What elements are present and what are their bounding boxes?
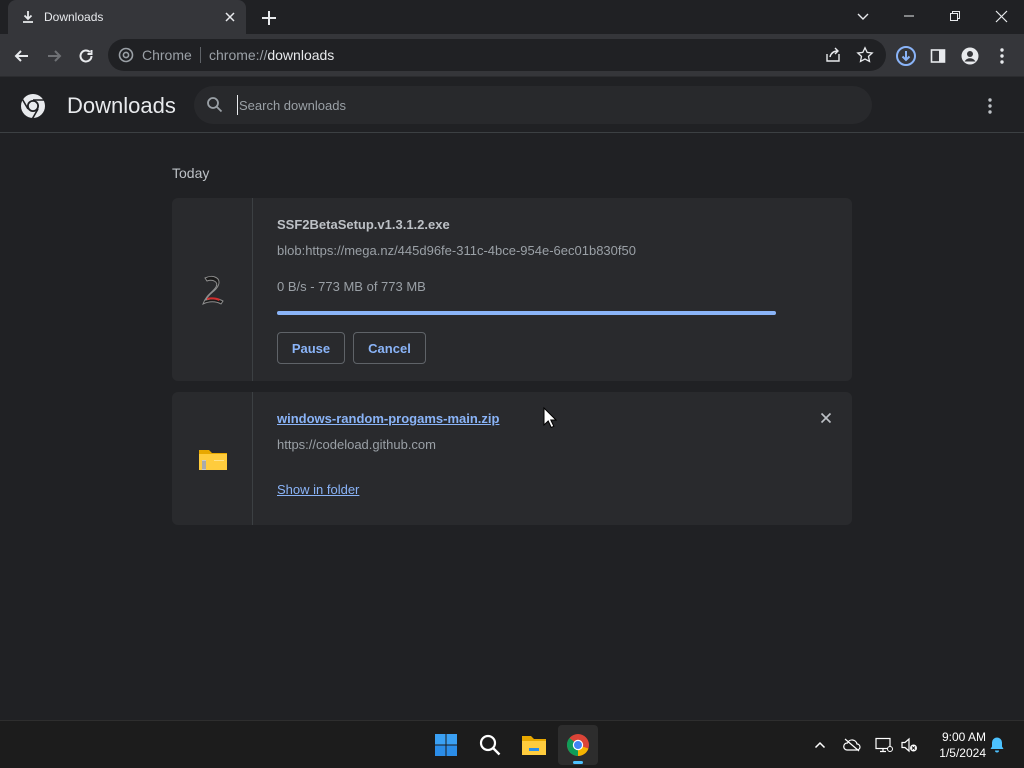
download-item: SSF2BetaSetup.v1.3.1.2.exe blob:https://… bbox=[172, 198, 852, 381]
tab-close-icon[interactable] bbox=[222, 9, 238, 25]
downloads-button[interactable] bbox=[892, 42, 920, 70]
taskbar: 9:00 AM 1/5/2024 bbox=[0, 720, 1024, 768]
downloads-header: Downloads bbox=[0, 78, 1024, 133]
downloads-list: Today SSF2BetaSetup.v1.3.1.2.exe blob:ht… bbox=[0, 134, 1024, 720]
arrow-left-icon bbox=[14, 50, 28, 62]
avatar-icon bbox=[961, 47, 979, 65]
remove-download-button[interactable] bbox=[816, 408, 836, 428]
search-icon bbox=[207, 97, 223, 113]
url-host: downloads bbox=[267, 47, 335, 63]
tab-title: Downloads bbox=[44, 10, 104, 24]
chrome-logo-icon bbox=[21, 94, 45, 119]
zip-folder-icon bbox=[199, 450, 227, 470]
download-circle-icon bbox=[896, 46, 916, 66]
bell-icon bbox=[990, 737, 1004, 753]
cloud-off-icon bbox=[843, 738, 861, 752]
network-icon bbox=[875, 737, 893, 753]
folder-icon bbox=[522, 736, 546, 755]
new-tab-icon[interactable] bbox=[259, 8, 279, 28]
download-filename-link[interactable]: windows-random-progams-main.zip bbox=[277, 411, 499, 426]
file-explorer-button[interactable] bbox=[514, 725, 554, 765]
download-source: https://codeload.github.com bbox=[277, 437, 436, 452]
page-title: Downloads bbox=[67, 93, 176, 118]
download-status: 0 B/s - 773 MB of 773 MB bbox=[277, 279, 426, 294]
profile-button[interactable] bbox=[956, 42, 984, 70]
notifications-button[interactable] bbox=[987, 735, 1007, 755]
side-panel-icon bbox=[930, 49, 946, 63]
url-scheme: chrome:// bbox=[209, 47, 268, 63]
forward-button[interactable] bbox=[40, 42, 68, 70]
item-divider bbox=[252, 198, 253, 381]
tab-search-button[interactable] bbox=[840, 0, 886, 32]
back-button[interactable] bbox=[8, 42, 36, 70]
show-in-folder-link[interactable]: Show in folder bbox=[277, 482, 359, 497]
chrome-icon bbox=[567, 734, 589, 756]
download-item: windows-random-progams-main.zip https://… bbox=[172, 392, 852, 525]
url-text[interactable]: chrome://downloads bbox=[209, 47, 334, 63]
chrome-taskbar-button[interactable] bbox=[558, 725, 598, 765]
arrow-right-icon bbox=[48, 50, 62, 62]
chevron-up-icon bbox=[814, 741, 826, 749]
windows-logo-icon bbox=[435, 734, 457, 756]
clock[interactable]: 9:00 AM 1/5/2024 bbox=[926, 729, 986, 761]
more-vert-icon[interactable] bbox=[978, 94, 1002, 118]
start-button[interactable] bbox=[426, 725, 466, 765]
restore-button[interactable] bbox=[932, 0, 978, 32]
omnibox-separator bbox=[200, 47, 201, 63]
volume-button[interactable] bbox=[899, 735, 919, 755]
download-progress-bar bbox=[277, 311, 776, 315]
progress-fill bbox=[277, 311, 776, 315]
item-divider bbox=[252, 392, 253, 525]
side-panel-button[interactable] bbox=[924, 42, 952, 70]
active-indicator bbox=[573, 761, 583, 764]
mouse-cursor-icon bbox=[543, 407, 557, 429]
chrome-icon[interactable] bbox=[118, 47, 134, 63]
download-icon bbox=[23, 11, 33, 23]
cancel-button[interactable]: Cancel bbox=[353, 332, 426, 364]
close-icon bbox=[995, 10, 1007, 22]
date-header: Today bbox=[172, 165, 210, 181]
download-filename[interactable]: SSF2BetaSetup.v1.3.1.2.exe bbox=[277, 217, 450, 232]
network-button[interactable] bbox=[874, 735, 894, 755]
tab-downloads[interactable]: Downloads bbox=[8, 0, 246, 34]
minimize-icon bbox=[904, 15, 914, 17]
tab-strip: Downloads bbox=[0, 0, 1024, 34]
search-input[interactable] bbox=[237, 95, 837, 115]
taskbar-search-button[interactable] bbox=[470, 725, 510, 765]
onedrive-button[interactable] bbox=[842, 735, 862, 755]
close-icon bbox=[820, 412, 832, 424]
address-bar[interactable]: Chrome chrome://downloads bbox=[108, 39, 886, 71]
minimize-button[interactable] bbox=[886, 0, 932, 32]
clock-time: 9:00 AM bbox=[941, 730, 986, 744]
download-source: blob:https://mega.nz/445d96fe-311c-4bce-… bbox=[277, 243, 636, 258]
app-icon bbox=[202, 275, 224, 305]
share-icon[interactable] bbox=[824, 46, 842, 64]
reload-button[interactable] bbox=[72, 42, 100, 70]
chevron-down-icon bbox=[857, 13, 869, 20]
restore-icon bbox=[950, 11, 960, 21]
reload-icon bbox=[79, 49, 93, 63]
clock-date: 1/5/2024 bbox=[939, 746, 986, 760]
show-hidden-icons-button[interactable] bbox=[810, 735, 830, 755]
close-window-button[interactable] bbox=[978, 0, 1024, 32]
more-vert-icon bbox=[1000, 48, 1004, 64]
chrome-chip-label: Chrome bbox=[142, 47, 192, 63]
bookmark-star-icon[interactable] bbox=[856, 46, 874, 64]
search-icon bbox=[479, 734, 501, 756]
search-box[interactable] bbox=[194, 86, 872, 124]
chrome-menu-button[interactable] bbox=[988, 42, 1016, 70]
speaker-muted-icon bbox=[901, 737, 917, 753]
browser-toolbar: Chrome chrome://downloads bbox=[0, 34, 1024, 77]
pause-button[interactable]: Pause bbox=[277, 332, 345, 364]
